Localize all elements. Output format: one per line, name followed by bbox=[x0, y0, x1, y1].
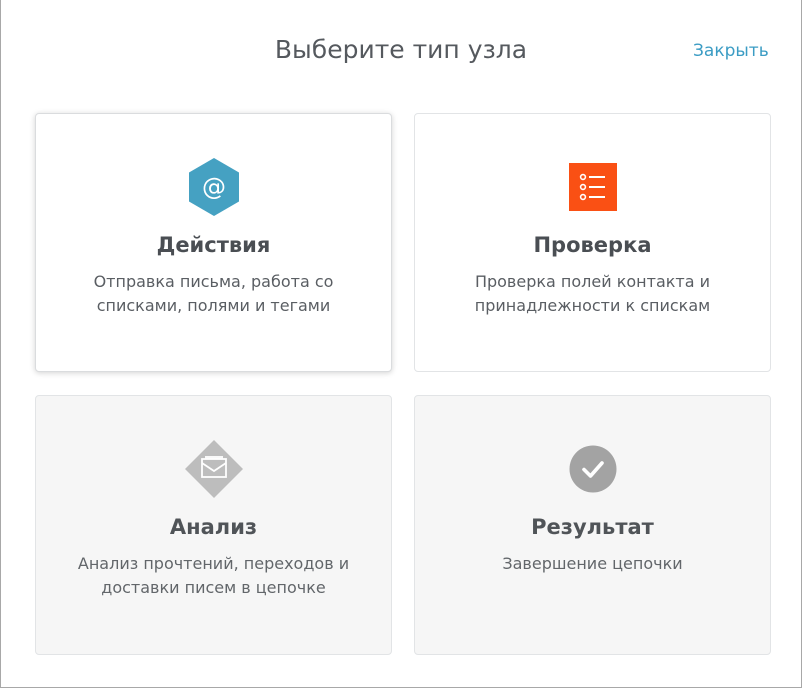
node-card-result[interactable]: Результат Завершение цепочки bbox=[414, 395, 771, 655]
node-card-actions[interactable]: @ Действия Отправка письма, работа со сп… bbox=[35, 113, 392, 372]
checklist-icon bbox=[568, 163, 617, 211]
svg-text:@: @ bbox=[202, 173, 226, 201]
dialog-title: Выберите тип узла bbox=[274, 35, 528, 64]
node-type-dialog: Выберите тип узла Закрыть @ Действия Отп… bbox=[0, 0, 802, 688]
node-card-analysis[interactable]: Анализ Анализ прочтений, переходов и дос… bbox=[35, 395, 392, 655]
card-description: Завершение цепочки bbox=[502, 554, 683, 573]
card-title: Анализ bbox=[169, 515, 258, 539]
card-title: Проверка bbox=[533, 233, 652, 257]
at-sign-hexagon-icon: @ bbox=[188, 158, 239, 216]
card-title: Действия bbox=[156, 233, 271, 257]
card-title: Результат bbox=[531, 515, 654, 539]
checkmark-circle-icon bbox=[569, 445, 616, 493]
envelope-diamond-icon bbox=[184, 440, 243, 498]
card-description: Анализ прочтений, переходов и доставки п… bbox=[77, 554, 350, 597]
card-description: Отправка письма, работа со списками, пол… bbox=[93, 272, 334, 315]
card-description: Проверка полей контакта и принадлежности… bbox=[474, 272, 711, 315]
node-card-check[interactable]: Проверка Проверка полей контакта и прина… bbox=[414, 113, 771, 372]
close-link[interactable]: Закрыть bbox=[693, 39, 769, 63]
